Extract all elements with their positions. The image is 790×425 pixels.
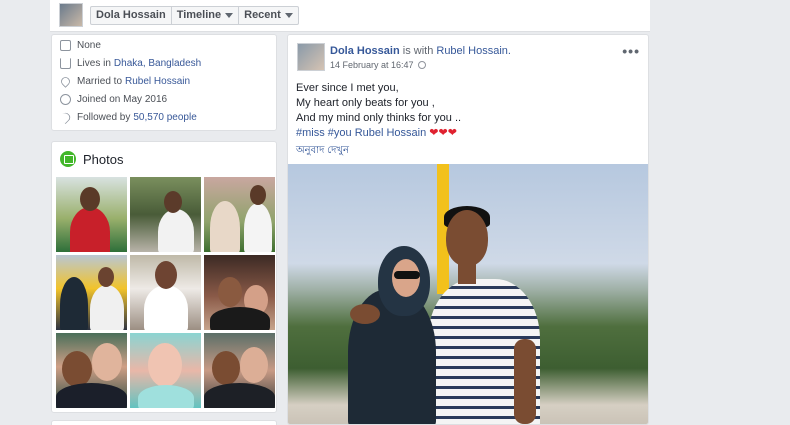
next-card	[51, 420, 277, 425]
timeline-dropdown[interactable]: Timeline	[172, 7, 240, 24]
see-translation-link[interactable]: অনুবাদ দেখুন	[296, 143, 349, 160]
tagged-user-link[interactable]: Rubel Hossain.	[436, 45, 511, 57]
author-name-link[interactable]: Dola Hossain	[330, 45, 400, 57]
more-options-icon[interactable]: •••	[622, 43, 640, 59]
man-arm	[514, 339, 536, 424]
heart-icon	[59, 74, 72, 88]
post-hashtag-line: #miss #you Rubel Hossain ❤❤❤	[296, 126, 461, 141]
location-link[interactable]: Dhaka, Bangladesh	[114, 58, 201, 69]
profile-name-button[interactable]: Dola Hossain	[91, 7, 172, 24]
photo-thumbnail[interactable]	[130, 255, 201, 330]
intro-item-followers: Followed by 50,570 people	[58, 108, 276, 126]
post-meta: 14 February at 16:47	[330, 60, 426, 70]
intro-item-lives-in: Lives in Dhaka, Bangladesh	[60, 54, 276, 72]
intro-item-married: Married to Rubel Hossain	[59, 72, 276, 90]
with-text: is with	[402, 45, 434, 57]
intro-text: Joined on May 2016	[77, 93, 168, 105]
post-header-line: Dola Hossain is with Rubel Hossain.	[330, 45, 511, 57]
intro-text: Followed by	[77, 111, 131, 123]
intro-card: None Lives in Dhaka, Bangladesh Married …	[51, 34, 277, 131]
globe-icon[interactable]	[417, 61, 426, 69]
rss-icon	[58, 110, 73, 124]
photo-thumbnail[interactable]	[56, 255, 127, 330]
spouse-link[interactable]: Rubel Hossain	[125, 76, 190, 87]
intro-item-workplace: None	[60, 36, 276, 54]
post-text: Ever since I met you, My heart only beat…	[296, 81, 461, 141]
hand	[350, 304, 380, 324]
chevron-down-icon	[284, 13, 293, 18]
photos-icon	[60, 151, 76, 167]
post-card: Dola Hossain is with Rubel Hossain. 14 F…	[287, 34, 649, 425]
sunglasses	[394, 271, 420, 279]
briefcase-icon	[60, 39, 71, 51]
photo-grid	[56, 177, 275, 408]
recent-dropdown[interactable]: Recent	[239, 7, 298, 24]
post-timestamp[interactable]: 14 February at 16:47	[330, 60, 414, 70]
photos-header[interactable]: Photos	[52, 142, 276, 176]
profile-avatar[interactable]	[59, 3, 83, 27]
profile-name-label: Dola Hossain	[96, 9, 166, 21]
timeline-label: Timeline	[176, 9, 222, 21]
author-avatar[interactable]	[297, 43, 325, 71]
chevron-down-icon	[225, 13, 234, 18]
photo-thumbnail[interactable]	[204, 333, 275, 408]
topbar-button-group: Dola Hossain Timeline Recent	[90, 6, 299, 25]
recent-label: Recent	[244, 9, 281, 21]
post-line: My heart only beats for you ,	[296, 97, 435, 109]
man-head	[446, 210, 488, 266]
heart-emoji: ❤❤❤	[429, 127, 457, 139]
photos-card: Photos	[51, 141, 277, 413]
photos-title: Photos	[83, 151, 124, 167]
intro-item-joined: Joined on May 2016	[60, 90, 276, 108]
hashtags-link[interactable]: #miss #you Rubel Hossain	[296, 127, 426, 139]
post-line: And my mind only thinks for you ..	[296, 112, 462, 124]
intro-text: Married to	[77, 75, 123, 87]
followers-link[interactable]: 50,570 people	[133, 112, 196, 123]
photo-thumbnail[interactable]	[56, 177, 127, 252]
home-icon	[60, 57, 71, 69]
photo-thumbnail[interactable]	[130, 177, 201, 252]
post-photo[interactable]	[288, 164, 648, 424]
intro-text: None	[77, 39, 101, 51]
profile-topbar: Dola Hossain Timeline Recent	[50, 0, 650, 32]
photo-thumbnail[interactable]	[204, 255, 275, 330]
photo-thumbnail[interactable]	[130, 333, 201, 408]
intro-text: Lives in	[77, 57, 111, 69]
clock-icon	[60, 93, 71, 105]
photo-thumbnail[interactable]	[204, 177, 275, 252]
photo-thumbnail[interactable]	[56, 333, 127, 408]
post-line: Ever since I met you,	[296, 82, 399, 94]
